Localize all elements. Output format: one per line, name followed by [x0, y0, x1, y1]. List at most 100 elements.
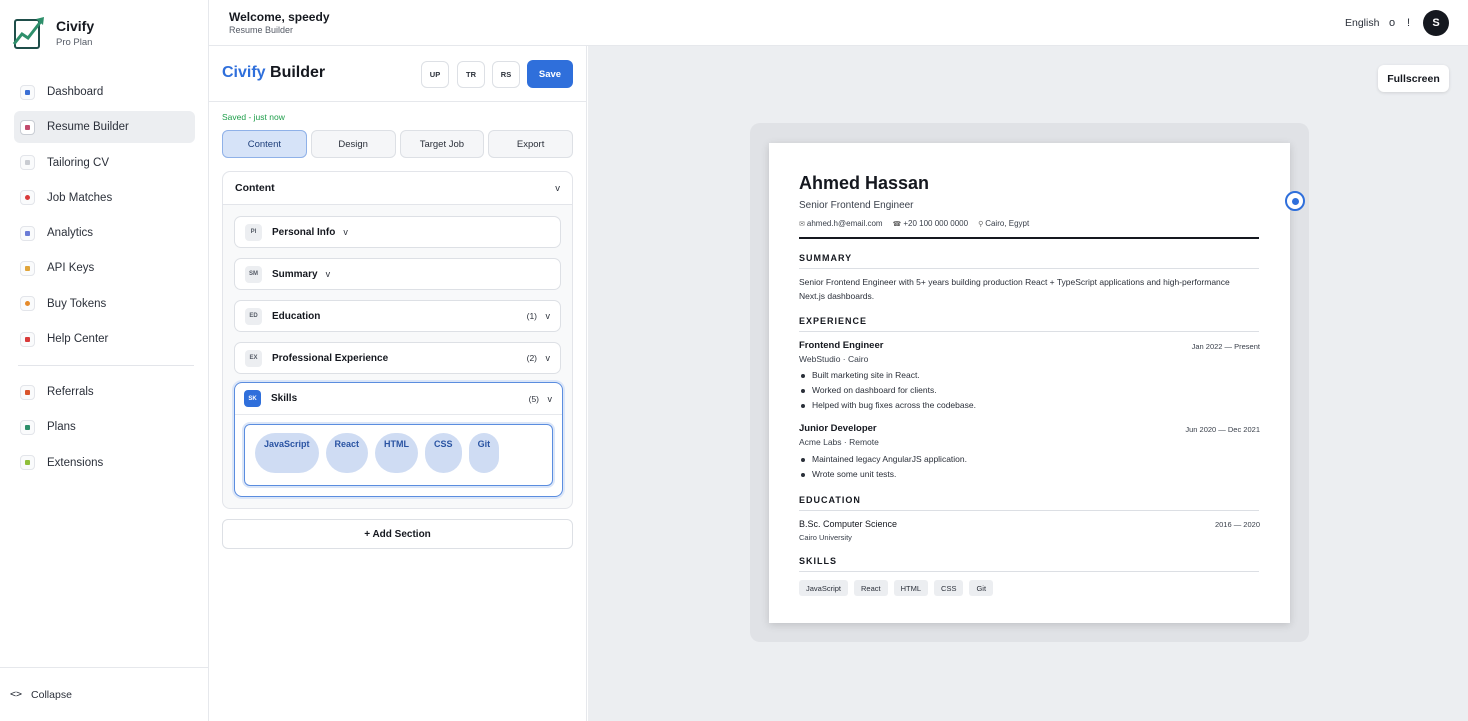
key-icon [20, 260, 35, 276]
sidebar-item-buy-tokens[interactable]: Buy Tokens [14, 288, 195, 320]
save-status: Saved - just now [222, 112, 285, 122]
sidebar-item-job-matches[interactable]: Job Matches [14, 182, 195, 214]
topbar: Welcome, speedy Resume Builder English o… [209, 0, 1468, 46]
avatar[interactable]: S [1423, 10, 1449, 36]
section-title: Education [272, 310, 321, 322]
chevron-down-icon[interactable]: v [343, 227, 348, 237]
resume-section-skills-title: SKILLS [799, 556, 838, 566]
skill-chip[interactable]: JavaScript [255, 433, 319, 473]
translate-button[interactable]: TR [457, 61, 485, 88]
contact-phone: ☎ +20 100 000 0000 [893, 219, 968, 228]
builder-title: Civify Builder [222, 64, 325, 82]
chevron-down-icon[interactable]: v [546, 311, 551, 321]
chevron-down-icon[interactable]: v [555, 183, 560, 194]
sidebar-item-label: Help Center [47, 333, 109, 346]
sidebar-item-help-center[interactable]: Help Center [14, 323, 195, 355]
section-education[interactable]: ED Education (1) v [234, 300, 561, 332]
section-summary[interactable]: SM Summary v [234, 258, 561, 290]
skill-chip[interactable]: Git [468, 433, 500, 473]
tab-export[interactable]: Export [488, 130, 573, 158]
nav-divider [18, 365, 194, 367]
sidebar-nav: Dashboard Resume Builder Tailoring CV Jo… [14, 76, 195, 482]
chevron-down-icon[interactable]: v [326, 269, 331, 279]
job-bullets: Maintained legacy AngularJS application.… [799, 454, 967, 484]
job-title: Frontend Engineer [799, 340, 884, 351]
list-item: Wrote some unit tests. [799, 469, 967, 484]
theme-toggle-icon[interactable]: o [1389, 17, 1395, 29]
skills-header[interactable]: SK Skills (5) v [235, 383, 562, 415]
section-title: Summary [272, 268, 318, 280]
chevron-down-icon[interactable]: v [546, 353, 551, 363]
skill-chip[interactable]: HTML [375, 433, 419, 473]
notification-icon[interactable]: ! [1407, 17, 1410, 29]
builder-title-rest: Builder [265, 64, 326, 81]
sidebar-item-tailoring-cv[interactable]: Tailoring CV [14, 147, 195, 179]
resume-role: Senior Frontend Engineer [799, 200, 914, 211]
section-skills: SK Skills (5) v JavaScript React HTML CS… [234, 382, 563, 497]
content-header[interactable]: Content v [223, 172, 572, 205]
sidebar-item-plans[interactable]: Plans [14, 411, 195, 443]
job-bullets: Built marketing site in React. Worked on… [799, 370, 976, 415]
degree: B.Sc. Computer Science [799, 519, 898, 529]
sidebar-item-resume-builder[interactable]: Resume Builder [14, 111, 195, 144]
chevron-down-icon[interactable]: v [548, 394, 553, 404]
reset-button[interactable]: RS [492, 61, 520, 88]
sidebar-item-label: Resume Builder [47, 121, 129, 134]
card-icon [20, 419, 35, 435]
sidebar-item-label: Plans [47, 421, 76, 434]
section-divider [799, 510, 1259, 511]
resume-name: Ahmed Hassan [799, 173, 930, 193]
list-item: Worked on dashboard for clients. [799, 385, 976, 400]
target-icon [20, 190, 35, 206]
section-professional-experience[interactable]: EX Professional Experience (2) v [234, 342, 561, 374]
collapse-button[interactable]: <> Collapse [0, 667, 208, 721]
contact-location: ⚲ Cairo, Egypt [978, 219, 1029, 228]
tab-target-job[interactable]: Target Job [399, 130, 485, 158]
tab-design[interactable]: Design [310, 130, 396, 158]
coin-icon [20, 296, 35, 312]
page-subtitle: Resume Builder [229, 25, 294, 35]
brand[interactable]: Civify Pro Plan [12, 14, 94, 50]
section-personal-info[interactable]: PI Personal Info v [234, 216, 561, 248]
section-divider [799, 331, 1259, 332]
language-selector[interactable]: English [1345, 17, 1379, 29]
sidebar-item-dashboard[interactable]: Dashboard [14, 76, 195, 108]
content-card: Content v PI Personal Info v SM Summary … [222, 171, 573, 509]
sidebar-item-label: Dashboard [47, 86, 104, 98]
skills-input[interactable]: JavaScript React HTML CSS Git [244, 424, 553, 486]
sidebar-item-api-keys[interactable]: API Keys [14, 252, 195, 284]
resume-email: ahmed.h@email.com [806, 219, 883, 228]
resume-summary: Senior Frontend Engineer with 5+ years b… [799, 277, 1230, 301]
sidebar-item-label: Analytics [47, 227, 94, 240]
dashboard-icon [20, 84, 35, 100]
header-divider [209, 101, 586, 102]
sidebar-item-referrals[interactable]: Referrals [14, 376, 195, 408]
pencil-icon [20, 119, 35, 135]
skill-tag: HTML [893, 580, 929, 596]
resume-section-experience-title: EXPERIENCE [799, 316, 868, 326]
add-section-button[interactable]: + Add Section [222, 519, 573, 549]
sidebar-item-label: Tailoring CV [47, 156, 109, 169]
builder-title-accent: Civify [222, 64, 266, 81]
resume-skills: JavaScript React HTML CSS Git [799, 580, 994, 596]
fullscreen-button[interactable]: Fullscreen [1378, 65, 1449, 92]
save-button[interactable]: Save [527, 60, 573, 88]
builder-panel: Civify Builder UP TR RS Save Saved - jus… [209, 46, 587, 721]
skill-chip[interactable]: CSS [425, 433, 462, 473]
resume-preview: Ahmed Hassan Senior Frontend Engineer ✉ a… [769, 143, 1290, 623]
brand-name: Civify [56, 18, 95, 34]
resume-location: Cairo, Egypt [985, 219, 1030, 228]
list-item: Maintained legacy AngularJS application. [799, 454, 967, 469]
upload-button[interactable]: UP [421, 61, 449, 88]
section-count: (1) [526, 311, 537, 321]
skill-chip[interactable]: React [325, 433, 369, 473]
section-title: Professional Experience [272, 352, 389, 364]
scroll-indicator-icon[interactable] [1285, 191, 1305, 211]
skill-tag: JavaScript [799, 580, 849, 596]
resume-section-education-title: EDUCATION [799, 495, 861, 505]
sidebar-item-analytics[interactable]: Analytics [14, 217, 195, 249]
sidebar-item-extensions[interactable]: Extensions [14, 447, 195, 479]
chart-icon [20, 225, 35, 241]
sidebar-item-label: Extensions [47, 456, 104, 469]
tab-content[interactable]: Content [222, 130, 307, 158]
